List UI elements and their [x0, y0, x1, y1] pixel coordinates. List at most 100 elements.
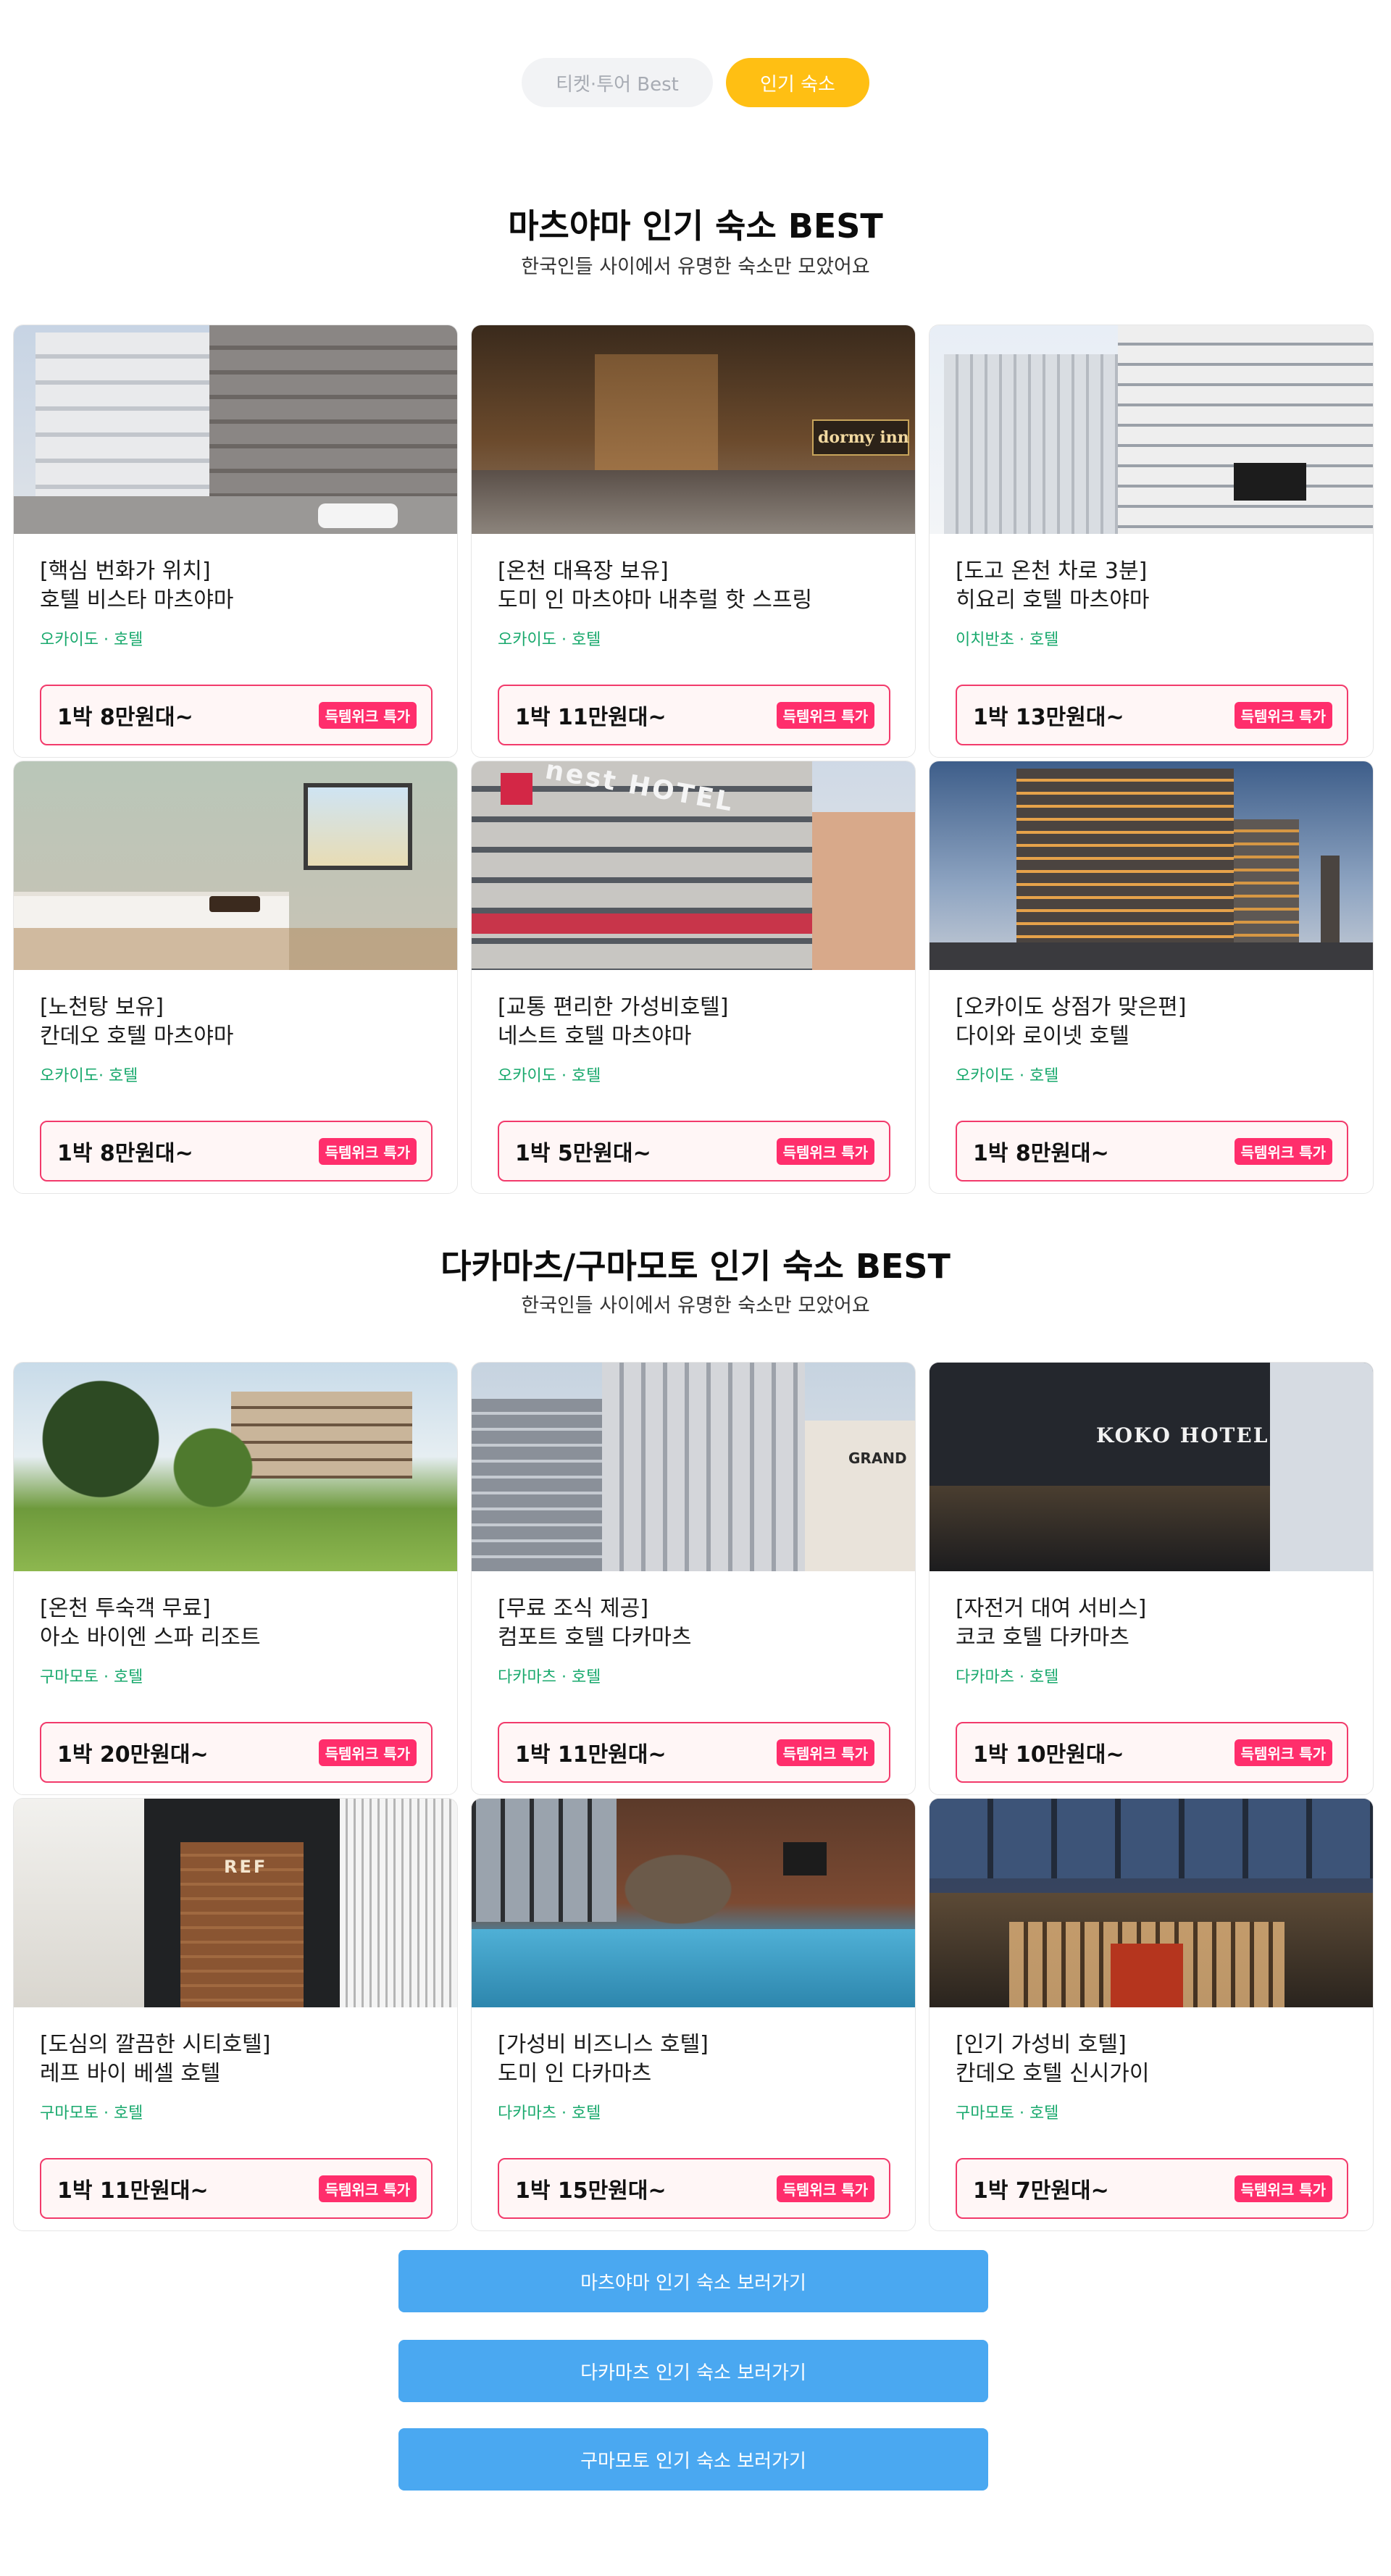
deal-badge: 득템위크 특가 — [776, 1137, 874, 1165]
hotel-location: 다카마츠 · 호텔 — [498, 1668, 601, 1686]
price-box: 1박 10만원대~ 득템위크 특가 — [956, 1722, 1348, 1783]
hotel-card[interactable]: [핵심 번화가 위치] 호텔 비스타 마츠야마 오카이도 · 호텔 1박 8만원… — [13, 325, 458, 758]
section-subtitle-matsuyama: 한국인들 사이에서 유명한 숙소만 모았어요 — [521, 256, 870, 278]
section-title-takamatsu-kumamoto: 다카마츠/구마모토 인기 숙소 BEST — [440, 1247, 951, 1286]
price-box: 1박 7만원대~ 득템위크 특가 — [956, 2158, 1348, 2219]
price-text: 1박 5만원대~ — [515, 1141, 651, 1166]
hotel-card[interactable]: [도고 온천 차로 3분] 히요리 호텔 마츠야마 이치반초 · 호텔 1박 1… — [929, 325, 1374, 758]
hotel-photo: GRAND — [472, 1363, 915, 1571]
deal-badge: 득템위크 특가 — [1234, 701, 1332, 729]
section-title-matsuyama: 마츠야마 인기 숙소 BEST — [508, 206, 883, 246]
hotel-card[interactable]: [오카이도 상점가 맞은편] 다이와 로이넷 호텔 오카이도 · 호텔 1박 8… — [929, 761, 1374, 1194]
hotel-grid-matsuyama: [핵심 번화가 위치] 호텔 비스타 마츠야마 오카이도 · 호텔 1박 8만원… — [13, 325, 1378, 1194]
hotel-tag: [핵심 번화가 위치] — [40, 559, 211, 584]
hotel-tag: [오카이도 상점가 맞은편] — [956, 995, 1187, 1020]
hotel-card[interactable]: dormy inn [온천 대욕장 보유] 도미 인 마츠야마 내추럴 핫 스프… — [471, 325, 916, 758]
hotel-tag: [무료 조식 제공] — [498, 1596, 649, 1621]
hotel-card[interactable]: [인기 가성비 호텔] 칸데오 호텔 신시가이 구마모토 · 호텔 1박 7만원… — [929, 1798, 1374, 2231]
hotel-card[interactable]: REF [도심의 깔끔한 시티호텔] 레프 바이 베셀 호텔 구마모토 · 호텔… — [13, 1798, 458, 2231]
grand-sign: GRAND — [848, 1450, 907, 1467]
dormy-inn-sign: dormy inn — [818, 428, 909, 447]
hotel-card[interactable]: [온천 투숙객 무료] 아소 바이엔 스파 리조트 구마모토 · 호텔 1박 2… — [13, 1362, 458, 1795]
hotel-grid-takamatsu-kumamoto: [온천 투숙객 무료] 아소 바이엔 스파 리조트 구마모토 · 호텔 1박 2… — [13, 1362, 1378, 2231]
deal-badge: 득템위크 특가 — [318, 1137, 417, 1165]
deal-badge: 득템위크 특가 — [776, 1739, 874, 1766]
tab-ticket-tour-best[interactable]: 티켓·투어 Best — [522, 58, 713, 107]
hotel-tag: [가성비 비즈니스 호텔] — [498, 2032, 709, 2057]
hotel-tag: [온천 투숙객 무료] — [40, 1596, 211, 1621]
hotel-location: 구마모토 · 호텔 — [956, 2104, 1059, 2123]
koko-hotel-sign: KOKO HOTEL — [1096, 1423, 1269, 1447]
hotel-location: 다카마츠 · 호텔 — [956, 1668, 1059, 1686]
price-text: 1박 8만원대~ — [57, 1141, 193, 1166]
hotel-card[interactable]: KOKO HOTEL [자전거 대여 서비스] 코코 호텔 다카마츠 다카마츠 … — [929, 1362, 1374, 1795]
matsuyama-stays-button[interactable]: 마츠야마 인기 숙소 보러가기 — [398, 2250, 988, 2312]
deal-badge: 득템위크 특가 — [1234, 1739, 1332, 1766]
hotel-name: 칸데오 호텔 마츠야마 — [40, 1024, 234, 1049]
hotel-photo — [930, 1799, 1373, 2007]
deal-badge: 득템위크 특가 — [1234, 1137, 1332, 1165]
deal-badge: 득템위크 특가 — [318, 2175, 417, 2202]
deal-badge: 득템위크 특가 — [776, 2175, 874, 2202]
hotel-location: 구마모토 · 호텔 — [40, 2104, 143, 2123]
price-box: 1박 8만원대~ 득템위크 특가 — [956, 1121, 1348, 1182]
price-text: 1박 15만원대~ — [515, 2178, 667, 2204]
hotel-name: 칸데오 호텔 신시가이 — [956, 2061, 1150, 2086]
price-box: 1박 11만원대~ 득템위크 특가 — [40, 2158, 433, 2219]
hotel-tag: [온천 대욕장 보유] — [498, 559, 669, 584]
hotel-photo — [472, 1799, 915, 2007]
hotel-location: 다카마츠 · 호텔 — [498, 2104, 601, 2123]
price-box: 1박 11만원대~ 득템위크 특가 — [498, 1722, 890, 1783]
price-text: 1박 13만원대~ — [973, 705, 1124, 730]
hotel-photo — [930, 325, 1373, 534]
takamatsu-stays-button[interactable]: 다카마츠 인기 숙소 보러가기 — [398, 2340, 988, 2402]
hotel-name: 레프 바이 베셀 호텔 — [40, 2061, 221, 2086]
hotel-name: 히요리 호텔 마츠야마 — [956, 587, 1150, 613]
hotel-tag: [도심의 깔끔한 시티호텔] — [40, 2032, 271, 2057]
hotel-location: 오카이도 · 호텔 — [498, 1067, 601, 1085]
hotel-name: 컴포트 호텔 다카마츠 — [498, 1625, 692, 1650]
hotel-photo: REF — [14, 1799, 457, 2007]
hotel-photo: nest HOTEL — [472, 761, 915, 970]
hotel-location: 오카이도· 호텔 — [40, 1067, 138, 1085]
hotel-photo — [14, 1363, 457, 1571]
price-text: 1박 11만원대~ — [515, 705, 667, 730]
price-box: 1박 5만원대~ 득템위크 특가 — [498, 1121, 890, 1182]
hotel-location: 이치반초 · 호텔 — [956, 631, 1059, 649]
hotel-location: 오카이도 · 호텔 — [956, 1067, 1059, 1085]
price-text: 1박 10만원대~ — [973, 1742, 1124, 1768]
kumamoto-stays-button[interactable]: 구마모토 인기 숙소 보러가기 — [398, 2428, 988, 2491]
section-subtitle-takamatsu-kumamoto: 한국인들 사이에서 유명한 숙소만 모았어요 — [521, 1295, 870, 1317]
deal-badge: 득템위크 특가 — [318, 701, 417, 729]
hotel-card[interactable]: [노천탕 보유] 칸데오 호텔 마츠야마 오카이도· 호텔 1박 8만원대~ 득… — [13, 761, 458, 1194]
hotel-card[interactable]: nest HOTEL [교통 편리한 가성비호텔] 네스트 호텔 마츠야마 오카… — [471, 761, 916, 1194]
hotel-location: 오카이도 · 호텔 — [498, 631, 601, 649]
hotel-tag: [자전거 대여 서비스] — [956, 1596, 1147, 1621]
hotel-name: 다이와 로이넷 호텔 — [956, 1024, 1129, 1049]
price-text: 1박 20만원대~ — [57, 1742, 209, 1768]
hotel-name: 네스트 호텔 마츠야마 — [498, 1024, 692, 1049]
hotel-name: 코코 호텔 다카마츠 — [956, 1625, 1129, 1650]
price-text: 1박 11만원대~ — [515, 1742, 667, 1768]
deal-badge: 득템위크 특가 — [318, 1739, 417, 1766]
price-box: 1박 8만원대~ 득템위크 특가 — [40, 1121, 433, 1182]
price-box: 1박 8만원대~ 득템위크 특가 — [40, 685, 433, 745]
hotel-card[interactable]: GRAND [무료 조식 제공] 컴포트 호텔 다카마츠 다카마츠 · 호텔 1… — [471, 1362, 916, 1795]
hotel-tag: [교통 편리한 가성비호텔] — [498, 995, 729, 1020]
price-text: 1박 8만원대~ — [973, 1141, 1109, 1166]
price-text: 1박 7만원대~ — [973, 2178, 1109, 2204]
hotel-photo — [14, 325, 457, 534]
hotel-name: 도미 인 마츠야마 내추럴 핫 스프링 — [498, 587, 813, 613]
tab-popular-stays[interactable]: 인기 숙소 — [726, 58, 869, 107]
hotel-tag: [노천탕 보유] — [40, 995, 164, 1020]
price-box: 1박 11만원대~ 득템위크 특가 — [498, 685, 890, 745]
hotel-location: 구마모토 · 호텔 — [40, 1668, 143, 1686]
deal-badge: 득템위크 특가 — [1234, 2175, 1332, 2202]
hotel-location: 오카이도 · 호텔 — [40, 631, 143, 649]
hotel-photo: dormy inn — [472, 325, 915, 534]
hotel-card[interactable]: [가성비 비즈니스 호텔] 도미 인 다카마츠 다카마츠 · 호텔 1박 15만… — [471, 1798, 916, 2231]
hotel-name: 호텔 비스타 마츠야마 — [40, 587, 234, 613]
hotel-tag: [도고 온천 차로 3분] — [956, 559, 1148, 584]
hotel-photo — [930, 761, 1373, 970]
deal-badge: 득템위크 특가 — [776, 701, 874, 729]
